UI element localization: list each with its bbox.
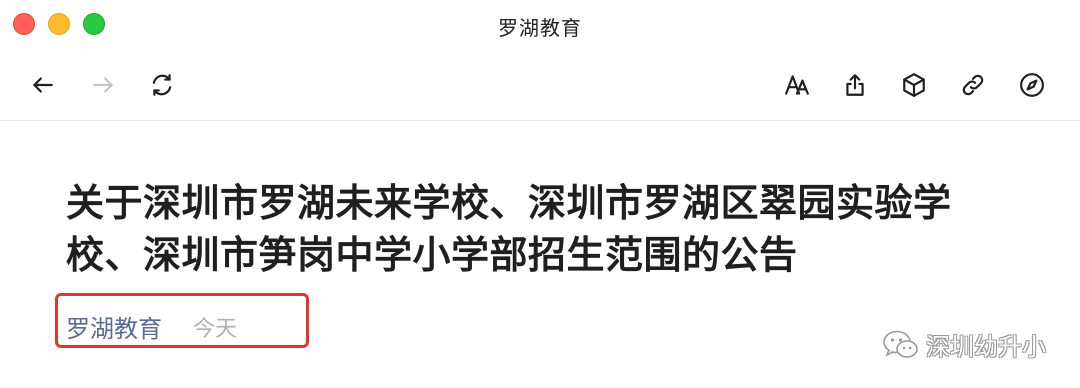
reload-icon [152, 74, 172, 96]
link-icon [962, 74, 984, 96]
publish-date: 今天 [193, 317, 238, 342]
watermark-text: 深圳幼升小 [926, 333, 1046, 361]
article-header: 关于深圳市罗湖未来学校、深圳市罗湖区翠园实验学校、深圳市笋岗中学小学部招生范围的… [0, 121, 1080, 388]
author-link[interactable]: 罗湖教育 [66, 309, 162, 344]
arrow-left-icon [33, 77, 53, 93]
reload-button[interactable] [145, 68, 179, 102]
window-title: 罗湖教育 [498, 16, 582, 40]
title-bar: 罗湖教育 [0, 0, 1080, 50]
copy-link-button[interactable] [956, 68, 990, 102]
cube-icon [903, 73, 925, 97]
arrow-right-icon [93, 77, 113, 93]
toolbar [0, 50, 1080, 121]
font-size-icon [785, 75, 809, 95]
forward-button[interactable] [86, 68, 120, 102]
watermark: 深圳幼升小 [882, 327, 1046, 362]
back-button[interactable] [26, 68, 60, 102]
font-size-button[interactable] [780, 68, 814, 102]
open-in-browser-button[interactable] [1015, 68, 1049, 102]
share-icon [846, 74, 864, 96]
article-title: 关于深圳市罗湖未来学校、深圳市罗湖区翠园实验学校、深圳市笋岗中学小学部招生范围的… [66, 181, 952, 277]
cube-button[interactable] [897, 68, 931, 102]
wechat-icon [883, 330, 918, 358]
compass-icon [1020, 73, 1044, 97]
share-button[interactable] [838, 68, 872, 102]
